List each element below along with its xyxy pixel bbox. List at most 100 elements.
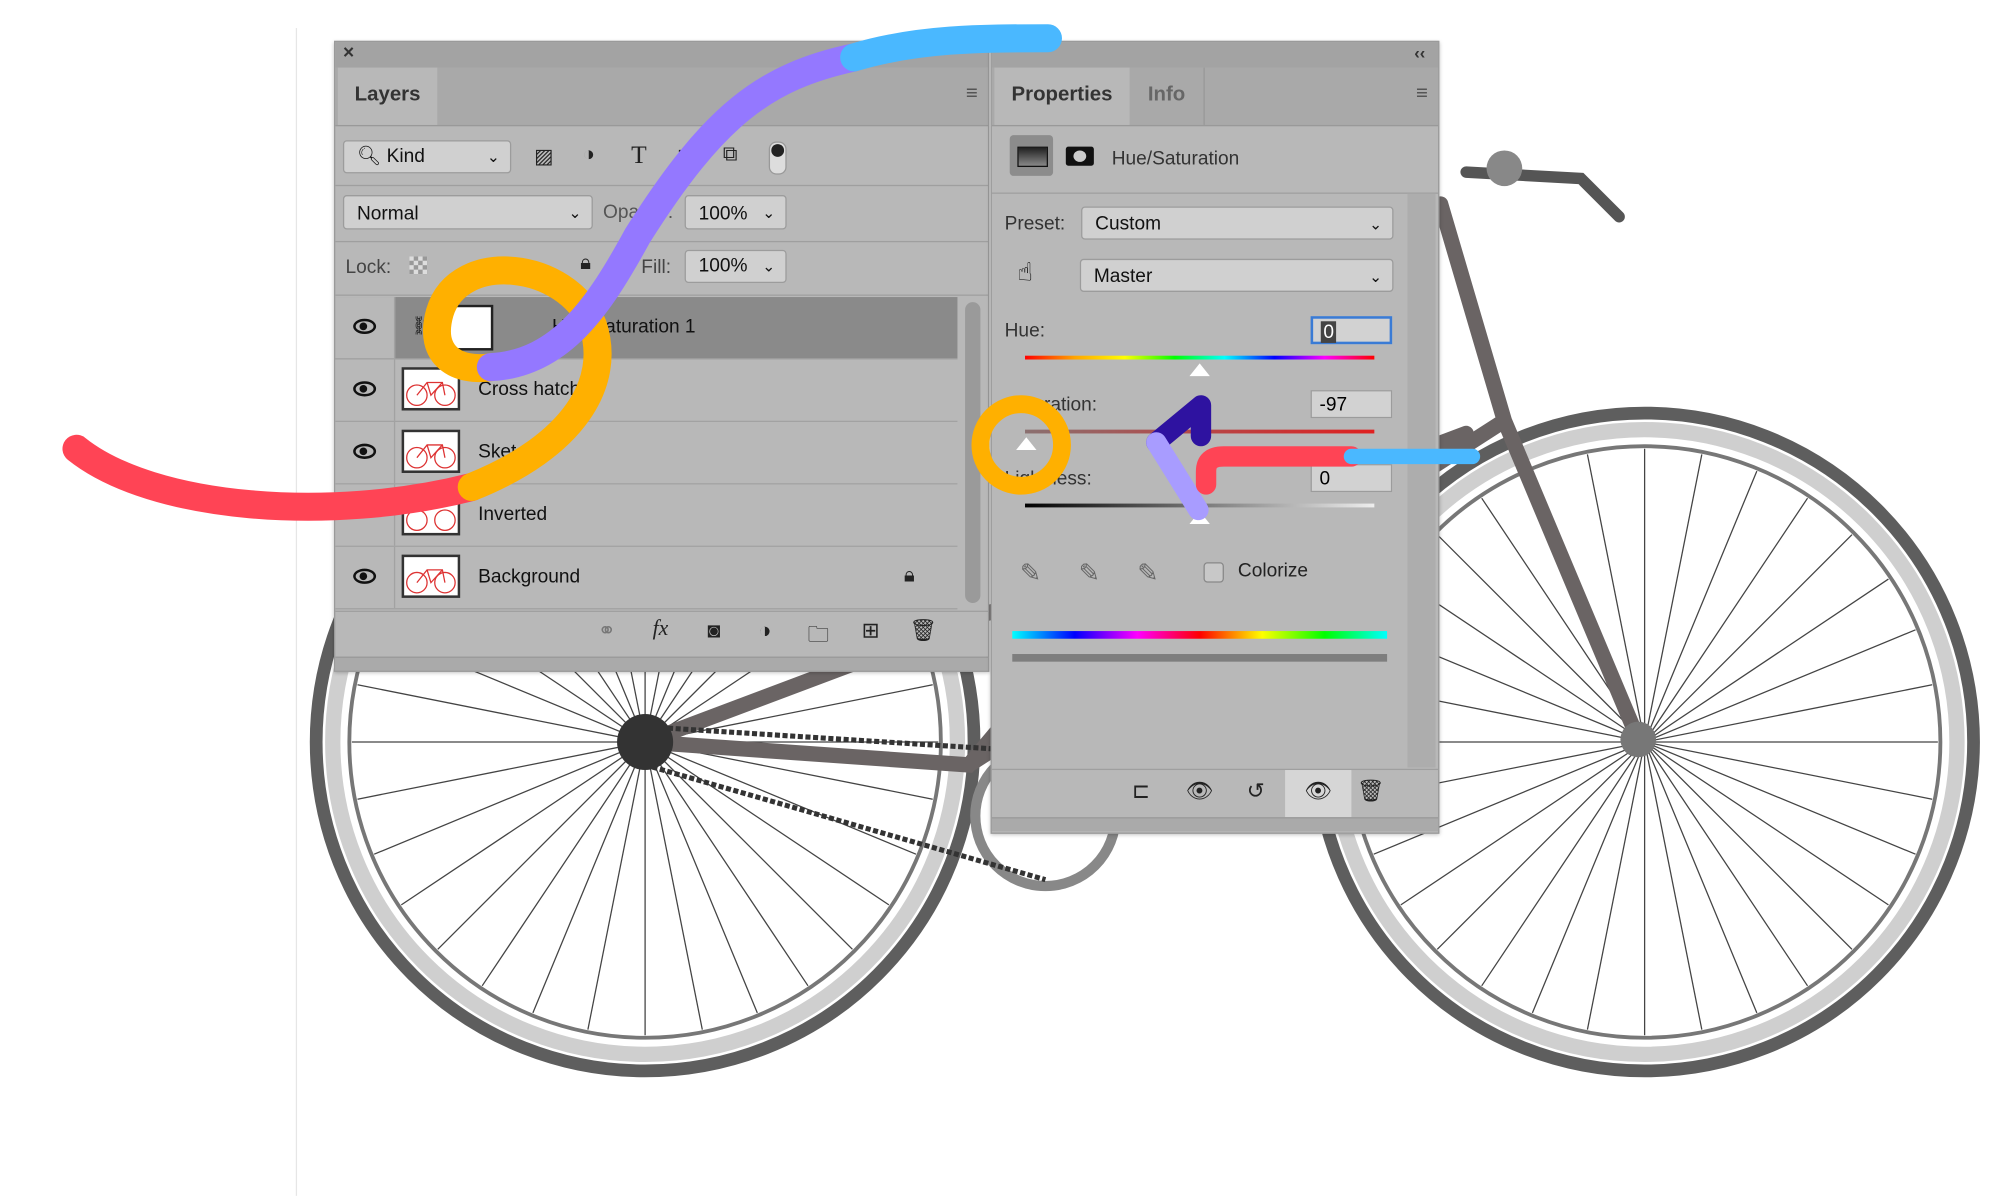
visibility-toggle-empty[interactable] [335,484,396,546]
smart-object-filter-icon[interactable]: ⧉ [723,144,738,167]
toggle-visibility-button[interactable]: 👁︎ [1285,770,1352,818]
layer-row-cross-hatch[interactable]: Cross hatch [335,359,958,422]
visibility-eye-icon[interactable] [353,443,377,459]
visibility-eye-icon[interactable] [353,381,377,397]
adjustment-icon-button[interactable] [1009,135,1054,176]
tab-properties[interactable]: Properties [994,67,1130,125]
collapse-icon[interactable]: ‹‹ [1414,43,1425,62]
wheel-spoke [1436,741,1646,950]
channel-dropdown[interactable]: Master ⌄ [1079,258,1394,292]
layer-row-sketch[interactable]: Sketch [335,421,958,485]
wheel-spoke [532,741,646,1014]
wheel-spoke [1644,741,1916,855]
wheel-spoke [1644,629,1916,743]
layer-name[interactable]: Sketch [478,422,536,483]
colorize-checkbox[interactable] [1203,562,1224,583]
properties-title-bar[interactable]: ‹‹ [991,42,1439,68]
view-previous-state-icon[interactable]: 👁︎ [1181,779,1219,804]
targeted-adjustment-hand-icon[interactable]: ☝︎ [1017,256,1033,288]
opacity-field[interactable]: 100% ⌄ [684,195,787,230]
preset-dropdown[interactable]: Custom ⌄ [1081,206,1394,240]
adjustment-title: Hue/Saturation [1111,147,1240,170]
lightness-label: Lightness: [1004,467,1092,490]
mask-link-icon[interactable]: ⛓ [412,315,435,337]
layers-tab-row: Layers ≡ [335,67,989,127]
lightness-slider-track[interactable] [1025,503,1375,508]
new-adjustment-icon[interactable]: ◑ [746,618,784,643]
lock-transparency-icon[interactable] [409,256,428,275]
opacity-label: Opacity: [603,201,674,224]
adjustment-filter-icon[interactable]: ◑ [583,144,595,167]
panel-menu-icon[interactable]: ≡ [1416,83,1428,106]
resize-handle[interactable] [991,817,1439,832]
layer-row-background[interactable]: Background 🔒︎ [335,546,958,610]
properties-scrollbar[interactable] [1407,193,1436,768]
fill-value: 100% [698,254,748,277]
delete-layer-icon[interactable]: 🗑︎ [904,618,942,643]
reset-icon[interactable]: ↺ [1237,779,1275,804]
search-icon: 🔍︎ [356,145,382,168]
shape-filter-icon[interactable]: ⬚ [677,144,696,169]
layer-row-hue-saturation[interactable]: ⛓ Hue/Saturation 1 [335,297,958,360]
result-color-bar [1012,654,1388,662]
wheel-spoke [1644,470,1758,743]
source-color-bar [1012,631,1388,639]
clip-to-layer-icon[interactable]: ⊏ [1122,779,1160,804]
hue-label: Hue: [1004,319,1046,342]
layer-row-inverted[interactable]: Inverted [335,484,958,547]
layer-name[interactable]: Background [478,547,580,608]
properties-panel: ‹‹ Properties Info ≡ Hue/Saturation Pres… [990,40,1440,834]
eyedropper-subtract-icon[interactable]: ✎ [1137,557,1158,589]
close-icon[interactable]: × [343,42,354,64]
blend-mode-dropdown[interactable]: Normal ⌄ [342,195,593,230]
fill-field[interactable]: 100% ⌄ [684,249,787,284]
mask-icon[interactable] [1065,146,1094,166]
delete-adjustment-icon[interactable]: 🗑︎ [1351,779,1389,804]
type-filter-icon[interactable]: T [631,142,647,171]
wheel-spoke [1644,741,1758,1014]
visibility-eye-icon[interactable] [353,568,377,584]
layer-name[interactable]: Cross hatch [478,360,580,421]
hue-slider-knob[interactable] [1189,363,1210,377]
preset-value: Custom [1095,212,1162,235]
image-filter-icon[interactable]: ▨ [534,144,553,169]
new-group-icon[interactable]: 🗀 [799,618,837,655]
fx-icon[interactable]: fx [641,616,679,641]
opacity-value: 100% [698,202,748,225]
layers-title-bar[interactable]: × [335,42,989,68]
wheel-spoke [1644,741,1853,950]
filter-toggle[interactable] [768,141,787,175]
preset-label: Preset: [1004,212,1066,235]
hue-input[interactable]: 0 [1310,316,1393,345]
wheel-spoke [1531,741,1646,1014]
tab-info[interactable]: Info [1130,67,1205,125]
wheel-spoke [1436,534,1646,743]
saturation-slider-knob[interactable] [1016,437,1037,451]
layer-mask-thumbnail[interactable] [432,304,494,351]
layer-lock-icon: 🔒︎ [903,564,915,587]
lightness-input[interactable]: 0 [1310,464,1393,493]
new-layer-icon[interactable]: ⊞ [852,618,890,643]
layer-name[interactable]: Inverted [478,484,547,545]
layers-scrollbar[interactable] [965,302,981,604]
eyedropper-icon[interactable]: ✎ [1020,557,1041,589]
saturation-slider-track[interactable] [1025,429,1375,434]
visibility-eye-icon[interactable] [353,318,377,335]
resize-handle[interactable] [335,656,989,671]
lock-all-icon[interactable]: 🔒︎ [580,252,591,275]
eyedropper-add-icon[interactable]: ✎ [1079,557,1100,589]
colorize-label: Colorize [1237,559,1309,582]
lightness-slider-knob[interactable] [1189,511,1210,524]
panel-menu-icon[interactable]: ≡ [966,83,978,106]
tab-layers[interactable]: Layers [337,67,438,125]
saturation-value: -97 [1319,393,1348,416]
saturation-input[interactable]: -97 [1310,390,1393,419]
add-mask-icon[interactable]: ◙ [695,618,733,643]
hue-saturation-icon [1017,146,1048,168]
blend-mode-value: Normal [356,202,419,225]
filter-kind-dropdown[interactable]: 🔍︎ Kind ⌄ [342,140,512,174]
channel-value: Master [1093,265,1153,287]
link-layers-icon[interactable]: ⚭ [588,618,626,643]
hue-slider-track[interactable] [1025,355,1375,360]
layer-name[interactable]: Hue/Saturation 1 [552,297,696,358]
